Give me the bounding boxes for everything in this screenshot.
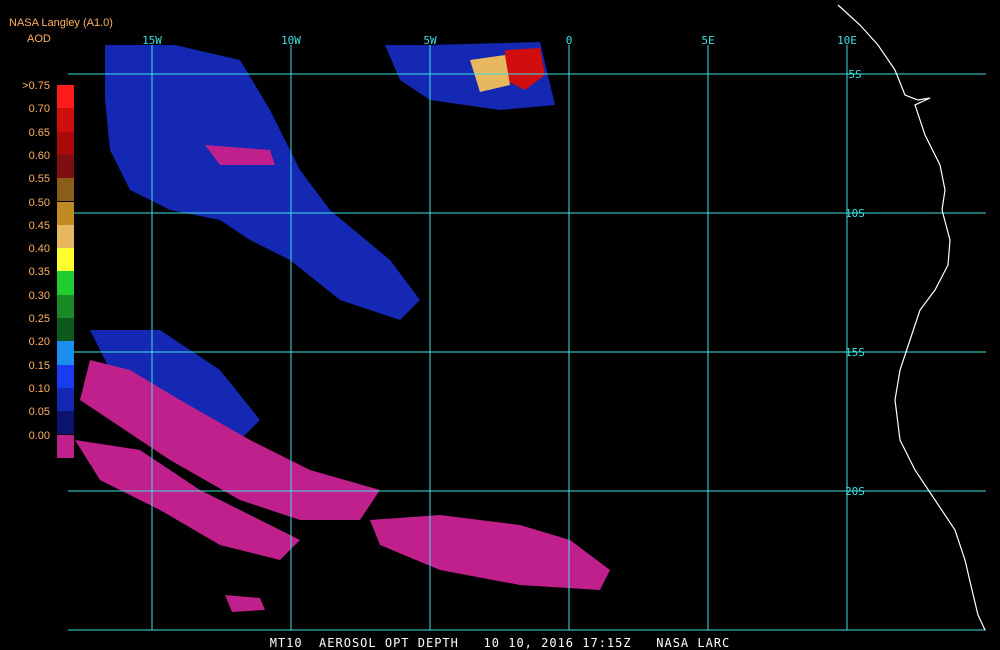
legend-label: 0.25 [28,313,50,325]
longitude-label: 5W [423,34,437,47]
legend-swatch [57,434,74,458]
legend-label: 0.00 [28,429,50,442]
legend-label: 0.15 [28,359,50,372]
latitude-label: 10S [845,207,865,220]
latitude-label: 20S [845,485,865,498]
legend-label: 0.65 [28,126,50,139]
legend-swatch [57,271,74,295]
legend-swatch [57,341,74,365]
legend-label: 0.05 [28,406,50,419]
longitude-label: 5E [701,34,714,47]
africa-coastline [837,4,986,631]
legend-swatch [57,108,74,132]
legend-swatch [57,178,74,202]
legend-swatch [57,224,74,249]
legend-swatch [57,131,74,155]
legend-label: 0.70 [28,103,50,116]
legend-swatch [57,201,74,225]
legend-swatch [57,85,74,109]
legend-label: 0.60 [28,149,50,162]
latitude-label: 15S [845,346,865,359]
legend-label: 0.35 [28,266,50,279]
cloud-aod-plume-south [370,515,610,590]
product-title: AOD [27,33,51,45]
aerosol-optical-depth-field [75,42,610,612]
legend-swatch [57,364,74,388]
longitude-label: 10W [281,34,301,47]
legend-swatch [57,411,74,435]
aod-color-legend: >0.75 0.70 0.65 0.60 0.55 0.50 0.45 0.40 0.35 0.3… [0,80,80,458]
longitude-label: 0 [566,34,573,47]
latitude-label: 5S [848,68,861,81]
legend-swatch [57,154,74,179]
aod-map: 15W 10W 5W 0 5E 10E 5S 10S 15S 20S [68,4,986,631]
cloud-aod-patch-south [225,595,265,612]
legend-label: >0.75 [22,80,50,92]
legend-swatch [57,318,74,342]
legend-label: 0.45 [28,219,50,232]
legend-label: 0.40 [28,243,50,256]
legend-swatch [57,248,74,272]
source-title: NASA Langley (A1.0) [9,17,113,29]
legend-label: 0.20 [28,336,50,349]
legend-label: 0.55 [28,173,50,186]
legend-label: 0.30 [28,289,50,302]
legend-swatch [57,387,74,412]
image-caption: MT10 AEROSOL OPT DEPTH 10 10, 2016 17:15… [269,636,731,650]
legend-swatch [57,294,74,318]
legend-label: 0.50 [28,196,50,209]
longitude-label: 15W [142,34,162,47]
longitude-label: 10E [837,34,857,47]
legend-label: 0.10 [28,382,50,395]
